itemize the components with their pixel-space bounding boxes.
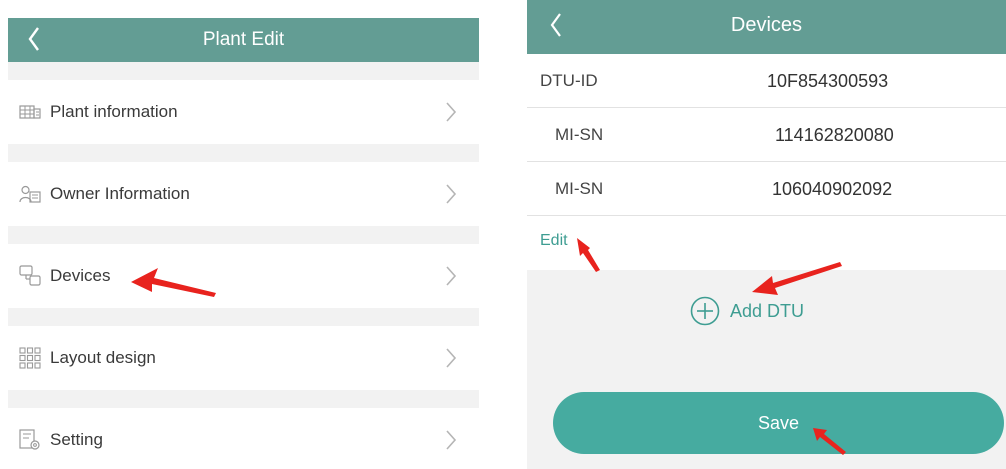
- device-row-mi[interactable]: MI-SN 106040902092: [527, 162, 1006, 216]
- chevron-right-icon: [446, 430, 457, 450]
- chevron-right-icon: [446, 266, 457, 286]
- plant-edit-screen: Plant Edit Plant information Owner Infor…: [8, 18, 479, 469]
- menu-item-label: Layout design: [50, 348, 156, 367]
- edit-link[interactable]: Edit: [540, 232, 568, 250]
- menu-item-devices[interactable]: Devices: [8, 244, 479, 308]
- menu-item-label: Owner Information: [50, 184, 190, 203]
- page-title: Plant Edit: [202, 29, 285, 50]
- add-circle-icon: [690, 296, 720, 326]
- chevron-right-icon: [446, 348, 457, 368]
- devices-screen: Devices DTU-ID 10F854300593 MI-SN 114162…: [527, 0, 1006, 469]
- add-dtu-label: Add DTU: [730, 301, 805, 321]
- layout-grid-icon: [19, 347, 41, 369]
- device-key: DTU-ID: [540, 71, 598, 90]
- devices-icon: [19, 265, 41, 286]
- chevron-right-icon: [446, 184, 457, 204]
- plant-edit-header: Plant Edit: [8, 18, 479, 62]
- menu-item-label: Devices: [50, 266, 111, 285]
- plant-info-icon: [19, 105, 41, 119]
- device-key: MI-SN: [555, 179, 604, 198]
- device-row-dtu[interactable]: DTU-ID 10F854300593: [527, 54, 1006, 108]
- menu-item-label: Setting: [50, 430, 103, 449]
- save-button[interactable]: Save: [553, 392, 1004, 454]
- devices-header: Devices: [527, 0, 1006, 54]
- device-key: MI-SN: [555, 125, 604, 144]
- device-value: 10F854300593: [767, 71, 889, 91]
- owner-icon: [19, 185, 41, 203]
- device-value: 114162820080: [775, 125, 894, 145]
- device-row-mi[interactable]: MI-SN 114162820080: [527, 108, 1006, 162]
- menu-item-layout-design[interactable]: Layout design: [8, 326, 479, 390]
- menu-item-setting[interactable]: Setting: [8, 408, 479, 469]
- menu-item-owner-information[interactable]: Owner Information: [8, 162, 479, 226]
- page-title: Devices: [730, 14, 803, 36]
- device-value: 106040902092: [772, 179, 893, 199]
- chevron-right-icon: [446, 102, 457, 122]
- settings-icon: [19, 429, 40, 450]
- device-list: DTU-ID 10F854300593 MI-SN 114162820080 M…: [527, 54, 1006, 270]
- menu-item-plant-information[interactable]: Plant information: [8, 80, 479, 144]
- menu-item-label: Plant information: [50, 102, 178, 121]
